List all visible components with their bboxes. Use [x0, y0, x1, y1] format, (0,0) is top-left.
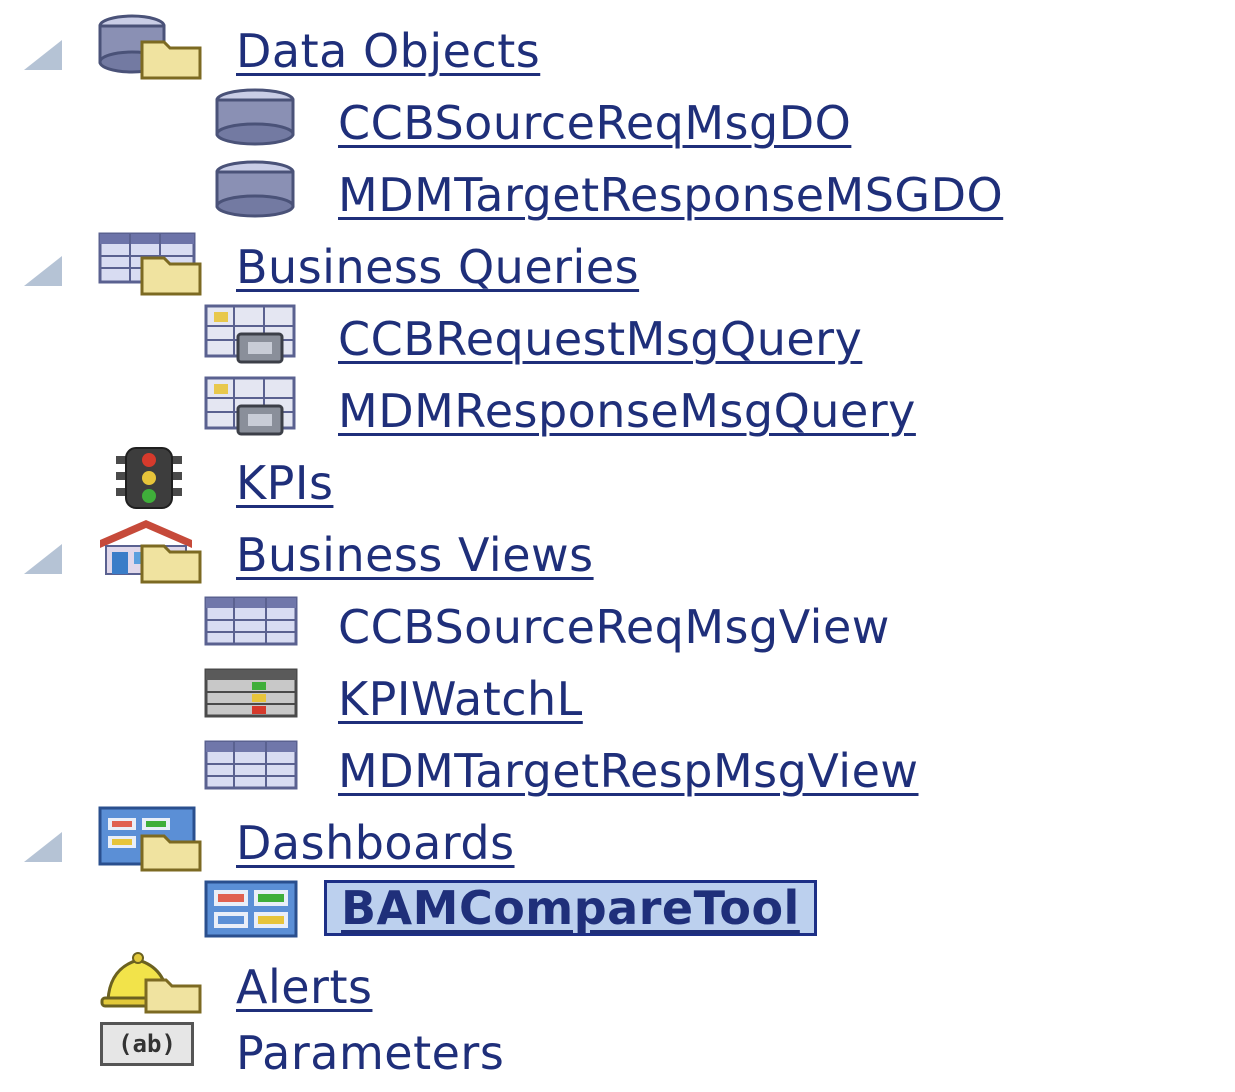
tree-node-dashboards[interactable]: Dashboards — [0, 806, 1235, 878]
expanded-arrow-icon[interactable] — [16, 250, 66, 290]
tree-label-ccbrequestmsgquery[interactable]: CCBRequestMsgQuery — [338, 312, 862, 366]
dashboard-icon — [204, 880, 298, 938]
view-table-icon — [204, 596, 298, 646]
alert-bell-folder-icon — [100, 952, 202, 1014]
tree-label-business-views[interactable]: Business Views — [236, 528, 594, 582]
tree-label-kpiwatchl[interactable]: KPIWatchL — [338, 672, 583, 726]
expanded-arrow-icon[interactable] — [16, 538, 66, 578]
expanded-arrow-icon[interactable] — [16, 826, 66, 866]
tree-node-data-objects[interactable]: Data Objects — [0, 14, 1235, 86]
tree-node-ccbsourcereqmsgview[interactable]: CCBSourceReqMsgView — [0, 590, 1235, 662]
tree-label-ccbsourcereqmsgview[interactable]: CCBSourceReqMsgView — [338, 600, 890, 654]
tree-node-kpis[interactable]: KPIs — [0, 446, 1235, 518]
tree-node-parameters[interactable]: (ab) Parameters — [0, 1020, 1235, 1092]
query-icon — [204, 304, 296, 364]
tree-node-business-queries[interactable]: Business Queries — [0, 230, 1235, 302]
tree-node-mdmtargetrespmsgview[interactable]: MDMTargetRespMsgView — [0, 734, 1235, 806]
tree-label-bamcomparetool[interactable]: BAMCompareTool — [324, 880, 817, 936]
business-views-folder-icon — [100, 520, 202, 584]
tree-label-alerts[interactable]: Alerts — [236, 960, 372, 1014]
business-queries-folder-icon — [98, 232, 202, 296]
tree-node-bamcomparetool[interactable]: BAMCompareTool — [0, 878, 1235, 950]
tree-node-mdmtargetresponsemsgdo[interactable]: MDMTargetResponseMSGDO — [0, 158, 1235, 230]
parameter-icon: (ab) — [100, 1022, 194, 1066]
tree-label-mdmresponsemsgquery[interactable]: MDMResponseMsgQuery — [338, 384, 916, 438]
tree-node-ccbsourcereqmsgdo[interactable]: CCBSourceReqMsgDO — [0, 86, 1235, 158]
tree-label-business-queries[interactable]: Business Queries — [236, 240, 639, 294]
expanded-arrow-icon[interactable] — [16, 34, 66, 74]
tree-node-ccbrequestmsgquery[interactable]: CCBRequestMsgQuery — [0, 302, 1235, 374]
tree-node-mdmresponsemsgquery[interactable]: MDMResponseMsgQuery — [0, 374, 1235, 446]
tree-label-kpis[interactable]: KPIs — [236, 456, 333, 510]
tree-label-ccbsourcereqmsgdo[interactable]: CCBSourceReqMsgDO — [338, 96, 851, 150]
tree-label-data-objects[interactable]: Data Objects — [236, 24, 540, 78]
data-objects-folder-icon — [98, 14, 202, 80]
tree-node-business-views[interactable]: Business Views — [0, 518, 1235, 590]
tree-node-kpiwatchl[interactable]: KPIWatchL — [0, 662, 1235, 734]
tree-label-mdmtargetrespmsgview[interactable]: MDMTargetRespMsgView — [338, 744, 919, 798]
tree-label-parameters[interactable]: Parameters — [236, 1026, 504, 1080]
kpi-watchlist-icon — [204, 668, 298, 718]
tree-label-dashboards[interactable]: Dashboards — [236, 816, 515, 870]
traffic-light-icon — [116, 447, 182, 509]
dashboards-folder-icon — [98, 806, 202, 872]
tree-node-alerts[interactable]: Alerts — [0, 950, 1235, 1022]
query-icon — [204, 376, 296, 436]
data-object-icon — [215, 88, 295, 146]
tree-label-mdmtargetresponsemsgdo[interactable]: MDMTargetResponseMSGDO — [338, 168, 1003, 222]
view-table-icon — [204, 740, 298, 790]
data-object-icon — [215, 160, 295, 218]
